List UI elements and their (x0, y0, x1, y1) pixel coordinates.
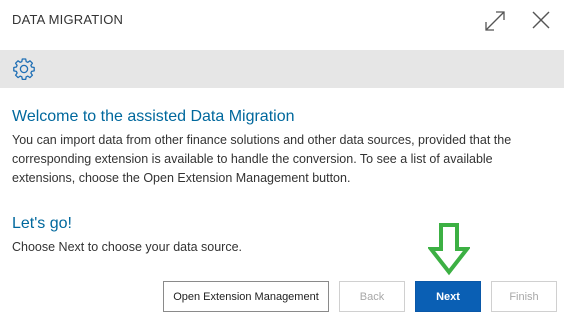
welcome-text: You can import data from other finance s… (12, 133, 512, 185)
gear-icon[interactable] (12, 57, 36, 81)
back-button[interactable]: Back (339, 281, 405, 312)
next-button[interactable]: Next (415, 281, 481, 312)
finish-button[interactable]: Finish (491, 281, 557, 312)
down-arrow-icon (428, 223, 470, 276)
data-migration-dialog: DATA MIGRATION Welcome to the assisted D… (0, 0, 564, 324)
dialog-titlebar: DATA MIGRATION (0, 0, 564, 40)
action-bar (0, 50, 564, 88)
lets-go-heading: Let's go! (12, 215, 72, 232)
expand-icon[interactable] (484, 10, 506, 32)
close-icon[interactable] (531, 10, 551, 30)
dialog-title: DATA MIGRATION (12, 12, 124, 27)
open-extension-management-button[interactable]: Open Extension Management (163, 281, 329, 312)
welcome-section: Welcome to the assisted Data Migration Y… (12, 108, 552, 188)
welcome-heading: Welcome to the assisted Data Migration (12, 108, 295, 125)
lets-go-text: Choose Next to choose your data source. (12, 240, 242, 254)
